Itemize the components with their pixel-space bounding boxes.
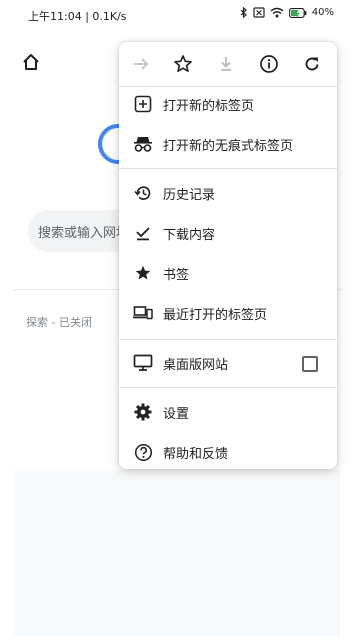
menu-item-label: 最近打开的标签页 xyxy=(163,308,268,323)
menu-item-label: 打开新的标签页 xyxy=(163,99,255,114)
menu-item-bookmarks[interactable]: 书签 xyxy=(119,253,337,293)
explore-label: 探索 - 已关闭 xyxy=(26,316,92,329)
devices-icon xyxy=(133,303,153,323)
menu-item-label: 书签 xyxy=(163,268,190,283)
menu-divider xyxy=(119,339,337,340)
menu-divider xyxy=(119,168,337,169)
search-placeholder: 搜索或输入网址 xyxy=(38,226,130,241)
monitor-icon xyxy=(133,353,153,373)
menu-item-recent-tabs[interactable]: 最近打开的标签页 xyxy=(119,293,337,333)
history-icon xyxy=(133,183,153,203)
menu-item-label: 设置 xyxy=(163,407,190,422)
menu-divider xyxy=(119,387,337,388)
download-icon[interactable] xyxy=(215,53,237,75)
menu-item-label: 帮助和反馈 xyxy=(163,447,229,462)
menu-item-desktop-site[interactable]: 桌面版网站 xyxy=(119,343,337,383)
status-icons: 40% xyxy=(240,7,334,18)
star-outline-icon[interactable] xyxy=(172,53,194,75)
menu-toolbar xyxy=(119,42,337,86)
menu-item-new-tab[interactable]: 打开新的标签页 xyxy=(119,84,337,124)
menu-item-label: 历史记录 xyxy=(163,188,216,203)
menu-item-incognito[interactable]: 打开新的无痕式标签页 xyxy=(119,124,337,164)
incognito-icon xyxy=(133,134,153,154)
download-done-icon xyxy=(133,223,153,243)
home-icon[interactable] xyxy=(22,53,40,75)
battery-icon xyxy=(288,7,307,18)
bluetooth-icon xyxy=(240,7,248,18)
refresh-icon[interactable] xyxy=(301,53,323,75)
help-icon xyxy=(133,442,153,462)
desktop-site-checkbox[interactable] xyxy=(302,356,318,372)
menu-item-settings[interactable]: 设置 xyxy=(119,392,337,432)
feed-area xyxy=(14,470,340,636)
battery-percent: 40% xyxy=(311,7,334,18)
status-time-speed: 上午11:04 | 0.1K/s xyxy=(28,10,127,23)
menu-item-downloads[interactable]: 下载内容 xyxy=(119,213,337,253)
menu-item-label: 下载内容 xyxy=(163,228,216,243)
menu-item-label: 桌面版网站 xyxy=(163,358,229,373)
menu-item-label: 打开新的无痕式标签页 xyxy=(163,139,294,154)
new-tab-icon xyxy=(133,94,153,114)
star-filled-icon xyxy=(133,263,153,283)
info-icon[interactable] xyxy=(258,53,280,75)
forward-arrow-icon[interactable] xyxy=(130,53,152,75)
gear-icon xyxy=(133,402,153,422)
menu-item-help[interactable]: 帮助和反馈 xyxy=(119,432,337,472)
menu-item-history[interactable]: 历史记录 xyxy=(119,173,337,213)
overflow-menu: 打开新的标签页 打开新的无痕式标签页 历史记录 下载内容 书签 最近打开的标签页 xyxy=(119,42,337,469)
status-bar: 上午11:04 | 0.1K/s 40% xyxy=(0,0,354,28)
no-sim-icon xyxy=(253,7,265,18)
wifi-icon xyxy=(270,7,284,18)
